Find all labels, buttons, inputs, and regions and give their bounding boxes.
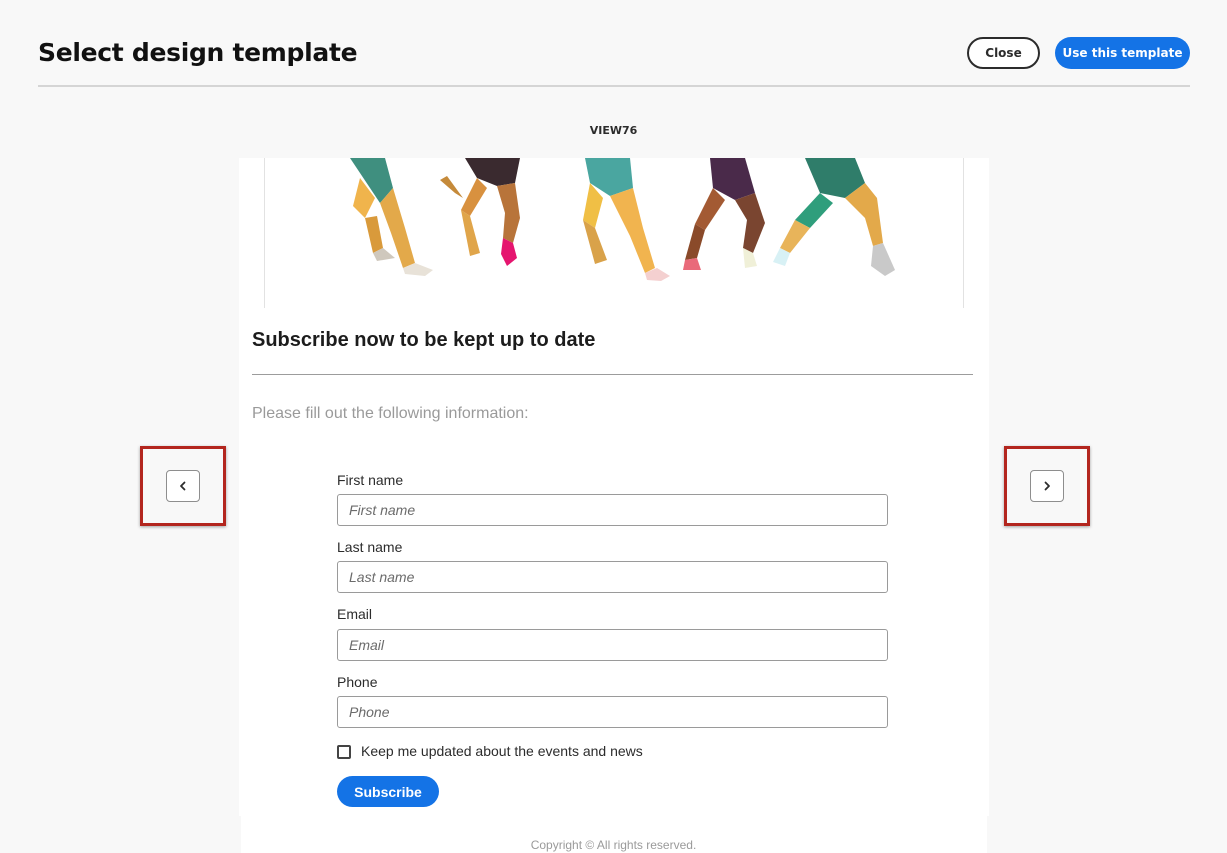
copyright-text: Copyright © All rights reserved. xyxy=(530,838,697,852)
last-name-input[interactable] xyxy=(337,561,888,593)
form-divider xyxy=(252,374,973,375)
email-input[interactable] xyxy=(337,629,888,661)
next-template-button[interactable] xyxy=(1030,470,1064,502)
close-button[interactable]: Close xyxy=(967,37,1040,69)
template-name: VIEW76 xyxy=(589,124,638,137)
updates-checkbox-label: Keep me updated about the events and new… xyxy=(361,743,643,759)
hero-image xyxy=(264,158,964,308)
template-preview[interactable]: Subscribe now to be kept up to date Plea… xyxy=(239,158,989,816)
previous-template-button[interactable] xyxy=(166,470,200,502)
first-name-label: First name xyxy=(337,472,404,488)
form-title: Subscribe now to be kept up to date xyxy=(252,329,596,351)
updates-checkbox[interactable] xyxy=(337,745,351,759)
first-name-input[interactable] xyxy=(337,494,888,526)
chevron-right-icon xyxy=(1044,481,1050,491)
chevron-left-icon xyxy=(180,481,186,491)
last-name-label: Last name xyxy=(337,539,403,555)
use-template-button[interactable]: Use this template xyxy=(1055,37,1190,69)
subscribe-button[interactable]: Subscribe xyxy=(337,776,439,807)
next-template-highlight xyxy=(1004,446,1090,526)
runners-illustration xyxy=(313,158,913,306)
phone-label: Phone xyxy=(337,674,378,690)
previous-template-highlight xyxy=(140,446,226,526)
form-intro: Please fill out the following informatio… xyxy=(252,405,529,422)
page-title: Select design template xyxy=(38,38,358,67)
dialog-header: Select design template Close Use this te… xyxy=(38,0,1190,87)
email-label: Email xyxy=(337,606,373,622)
phone-input[interactable] xyxy=(337,696,888,728)
